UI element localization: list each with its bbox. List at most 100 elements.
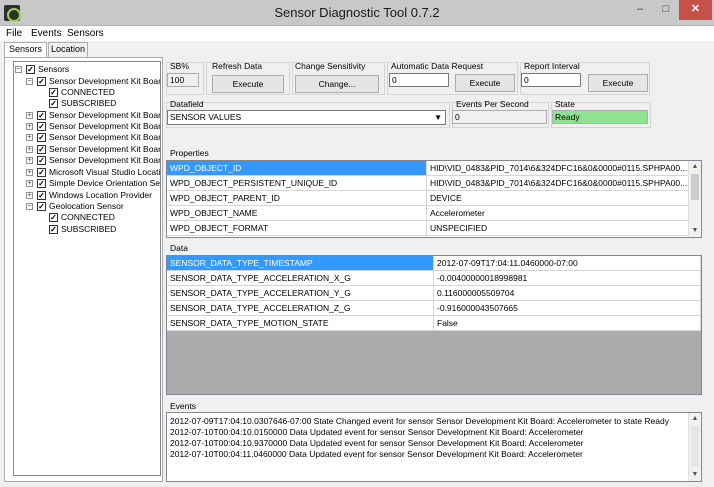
data-label: Data [170,243,188,253]
report-interval-label: Report Interval [524,61,580,71]
scroll-down-icon[interactable]: ▼ [689,469,701,481]
state-field: Ready [552,110,648,124]
table-row[interactable]: SENSOR_DATA_TYPE_ACCELERATION_Z_G -0.916… [167,301,701,316]
table-row[interactable]: WPD_OBJECT_FORMAT UNSPECIFIED [167,221,689,236]
table-row[interactable]: WPD_OBJECT_ID HID\VID_0483&PID_7014\6&32… [167,161,689,176]
checkbox-checked-icon[interactable]: ✓ [37,168,46,177]
datafield-select[interactable]: SENSOR VALUES ▼ [167,110,446,125]
expand-icon[interactable]: + [26,169,33,176]
table-row[interactable]: SENSOR_DATA_TYPE_MOTION_STATE False [167,316,701,331]
tab-location[interactable]: Location [48,42,88,57]
tree-node-sensor[interactable]: + ✓ Sensor Development Kit Board [26,144,160,155]
data-grid[interactable]: SENSOR_DATA_TYPE_TIMESTAMP 2012-07-09T17… [166,255,702,395]
auto-request-field[interactable]: 0 [389,73,449,87]
expand-icon[interactable]: + [26,134,33,141]
list-item: 2012-07-10T00:04:11.0460000 Data Updated… [170,449,583,459]
report-interval-execute-button[interactable]: Execute [588,74,648,92]
list-item: 2012-07-10T00:04:10.0150000 Data Updated… [170,427,584,437]
expand-icon[interactable]: + [26,123,33,130]
checkbox-checked-icon[interactable]: ✓ [37,179,46,188]
table-row[interactable]: WPD_OBJECT_PARENT_ID DEVICE [167,191,689,206]
menu-events[interactable]: Events [31,28,62,39]
tab-strip: Sensors Location [4,42,164,58]
app-icon [4,5,21,22]
checkbox-checked-icon[interactable]: ✓ [37,111,46,120]
datafield-label: Datafield [170,99,204,109]
tab-sensors[interactable]: Sensors [4,42,47,58]
sb-label: SB% [170,61,189,71]
scroll-thumb[interactable] [691,426,699,466]
tree-node-sensor[interactable]: − ✓ Sensor Development Kit Board [26,76,160,87]
checkbox-checked-icon[interactable]: ✓ [37,191,46,200]
refresh-execute-button[interactable]: Execute [212,75,284,93]
collapse-icon[interactable]: − [26,203,33,210]
scroll-up-icon[interactable]: ▲ [689,161,701,173]
table-row[interactable]: SENSOR_DATA_TYPE_ACCELERATION_X_G -0.004… [167,271,701,286]
refresh-label: Refresh Data [212,61,263,71]
tree-node-sensor[interactable]: + ✓ Windows Location Provider [26,190,160,201]
tree-node-subscribed[interactable]: ✓ SUBSCRIBED [49,98,160,109]
window-title: Sensor Diagnostic Tool 0.7.2 [274,5,440,20]
events-log[interactable]: 2012-07-09T17:04:10.0307646-07:00 State … [166,412,702,482]
sensor-tree[interactable]: − ✓ Sensors − ✓ Sensor Development Kit B… [13,61,161,476]
checkbox-checked-icon[interactable]: ✓ [37,122,46,131]
table-row[interactable]: SENSOR_DATA_TYPE_TIMESTAMP 2012-07-09T17… [167,256,701,271]
checkbox-checked-icon[interactable]: ✓ [37,145,46,154]
checkbox-checked-icon[interactable]: ✓ [49,225,58,234]
state-label: State [555,99,575,109]
events-per-second-field: 0 [452,110,547,124]
tree-node-subscribed[interactable]: ✓ SUBSCRIBED [49,224,160,235]
menu-sensors[interactable]: Sensors [67,28,104,39]
collapse-icon[interactable]: − [15,66,22,73]
table-row[interactable]: SENSOR_DATA_TYPE_ACCELERATION_Y_G 0.1160… [167,286,701,301]
list-item: 2012-07-09T17:04:10.0307646-07:00 State … [170,416,669,426]
checkbox-checked-icon[interactable]: ✓ [49,213,58,222]
tree-node-connected[interactable]: ✓ CONNECTED [49,212,160,223]
events-scrollbar[interactable]: ▲ ▼ [688,413,701,481]
checkbox-checked-icon[interactable]: ✓ [49,99,58,108]
tree-node-sensor[interactable]: + ✓ Sensor Development Kit Board [26,110,160,121]
checkbox-checked-icon[interactable]: ✓ [26,65,35,74]
expand-icon[interactable]: + [26,112,33,119]
tree-node-sensor[interactable]: + ✓ Sensor Development Kit Board [26,155,160,166]
checkbox-checked-icon[interactable]: ✓ [49,88,58,97]
scroll-up-icon[interactable]: ▲ [689,413,701,425]
menu-bar: File Events Sensors [0,26,714,41]
expand-icon[interactable]: + [26,157,33,164]
tree-node-connected[interactable]: ✓ CONNECTED [49,87,160,98]
checkbox-checked-icon[interactable]: ✓ [37,202,46,211]
maximize-button[interactable]: □ [653,0,679,20]
tree-node-root[interactable]: − ✓ Sensors [15,64,160,75]
tree-node-sensor[interactable]: + ✓ Sensor Development Kit Board [26,132,160,143]
change-sensitivity-button[interactable]: Change... [295,75,379,93]
tree-node-sensor[interactable]: + ✓ Microsoft Visual Studio Location [26,167,160,178]
sensitivity-label: Change Sensitivity [295,61,366,71]
tree-node-sensor[interactable]: + ✓ Sensor Development Kit Board [26,121,160,132]
expand-icon[interactable]: + [26,180,33,187]
checkbox-checked-icon[interactable]: ✓ [37,156,46,165]
auto-request-execute-button[interactable]: Execute [455,74,515,92]
minimize-button[interactable]: – [627,0,653,20]
report-interval-field[interactable]: 0 [521,73,581,87]
expand-icon[interactable]: + [26,192,33,199]
tree-node-sensor[interactable]: − ✓ Geolocation Sensor [26,201,160,212]
scroll-thumb[interactable] [691,174,699,200]
expand-icon[interactable]: + [26,146,33,153]
checkbox-checked-icon[interactable]: ✓ [37,77,46,86]
close-button[interactable]: ✕ [679,0,712,20]
chevron-down-icon[interactable]: ▼ [434,111,442,124]
checkbox-checked-icon[interactable]: ✓ [37,133,46,142]
properties-label: Properties [170,148,209,158]
scroll-down-icon[interactable]: ▼ [689,225,701,237]
menu-file[interactable]: File [6,28,22,39]
table-row[interactable]: WPD_OBJECT_PERSISTENT_UNIQUE_ID HID\VID_… [167,176,689,191]
auto-request-label: Automatic Data Request [391,61,484,71]
table-row[interactable]: WPD_OBJECT_NAME Accelerometer [167,206,689,221]
title-bar: Sensor Diagnostic Tool 0.7.2 – □ ✕ [0,0,714,26]
properties-grid[interactable]: WPD_OBJECT_ID HID\VID_0483&PID_7014\6&32… [166,160,702,238]
properties-scrollbar[interactable]: ▲ ▼ [688,161,701,237]
events-label: Events [170,401,196,411]
collapse-icon[interactable]: − [26,78,33,85]
tree-node-sensor[interactable]: + ✓ Simple Device Orientation Sensor [26,178,160,189]
events-per-second-label: Events Per Second [456,99,529,109]
